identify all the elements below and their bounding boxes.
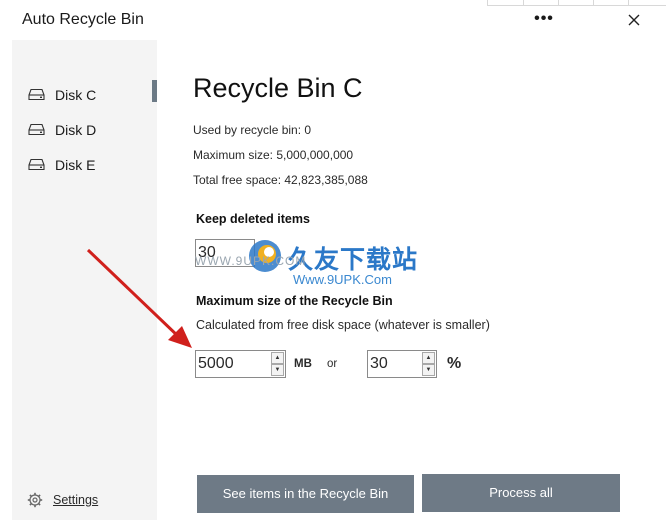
drive-icon [28, 123, 45, 136]
main-panel: Recycle Bin C Used by recycle bin: 0 Max… [157, 40, 666, 525]
page-title: Recycle Bin C [193, 73, 363, 103]
sidebar-item-label: Disk D [55, 122, 97, 138]
sidebar-item-label: Disk C [55, 87, 97, 103]
max-size-heading: Maximum size of the Recycle Bin [196, 294, 393, 308]
title-bar: Auto Recycle Bin ••• [0, 0, 666, 40]
close-button[interactable] [621, 8, 647, 32]
keep-deleted-heading: Keep deleted items [196, 212, 310, 226]
drive-icon [28, 158, 45, 171]
mb-increment-button[interactable]: ▲ [271, 352, 284, 364]
mb-value: 5000 [198, 355, 234, 372]
close-icon [628, 14, 640, 26]
percent-value: 30 [370, 355, 388, 372]
percent-unit-label: % [447, 355, 462, 372]
mb-unit-label: MB [294, 358, 312, 370]
app-title: Auto Recycle Bin [22, 11, 144, 28]
sidebar-item-disk-c[interactable]: Disk C [12, 80, 157, 110]
sidebar: Disk C Disk D Disk E Settings [12, 40, 157, 520]
or-label: or [327, 358, 338, 370]
more-options-button[interactable]: ••• [530, 8, 558, 32]
drive-icon [28, 88, 45, 101]
gear-icon [27, 492, 43, 508]
percent-input[interactable]: 30 ▲ ▼ [367, 350, 437, 378]
maximum-size: Maximum size: 5,000,000,000 [193, 148, 354, 162]
mb-input[interactable]: 5000 ▲ ▼ [195, 350, 286, 378]
keep-days-value: 30 [198, 244, 216, 261]
total-free-space: Total free space: 42,823,385,088 [193, 173, 368, 187]
used-by-recycle-bin: Used by recycle bin: 0 [193, 123, 312, 137]
sidebar-item-disk-e[interactable]: Disk E [12, 150, 157, 180]
max-size-hint: Calculated from free disk space (whateve… [196, 318, 490, 332]
mb-stepper: ▲ ▼ [271, 352, 284, 376]
sidebar-item-label: Disk E [55, 157, 96, 173]
settings-label: Settings [53, 493, 99, 507]
see-items-button[interactable]: See items in the Recycle Bin [197, 475, 414, 513]
percent-increment-button[interactable]: ▲ [422, 352, 435, 364]
process-all-button[interactable]: Process all [422, 474, 620, 512]
sidebar-item-disk-d[interactable]: Disk D [12, 115, 157, 145]
keep-days-input[interactable]: 30 [195, 239, 255, 267]
mb-decrement-button[interactable]: ▼ [271, 364, 284, 376]
percent-stepper: ▲ ▼ [422, 352, 435, 376]
percent-decrement-button[interactable]: ▼ [422, 364, 435, 376]
